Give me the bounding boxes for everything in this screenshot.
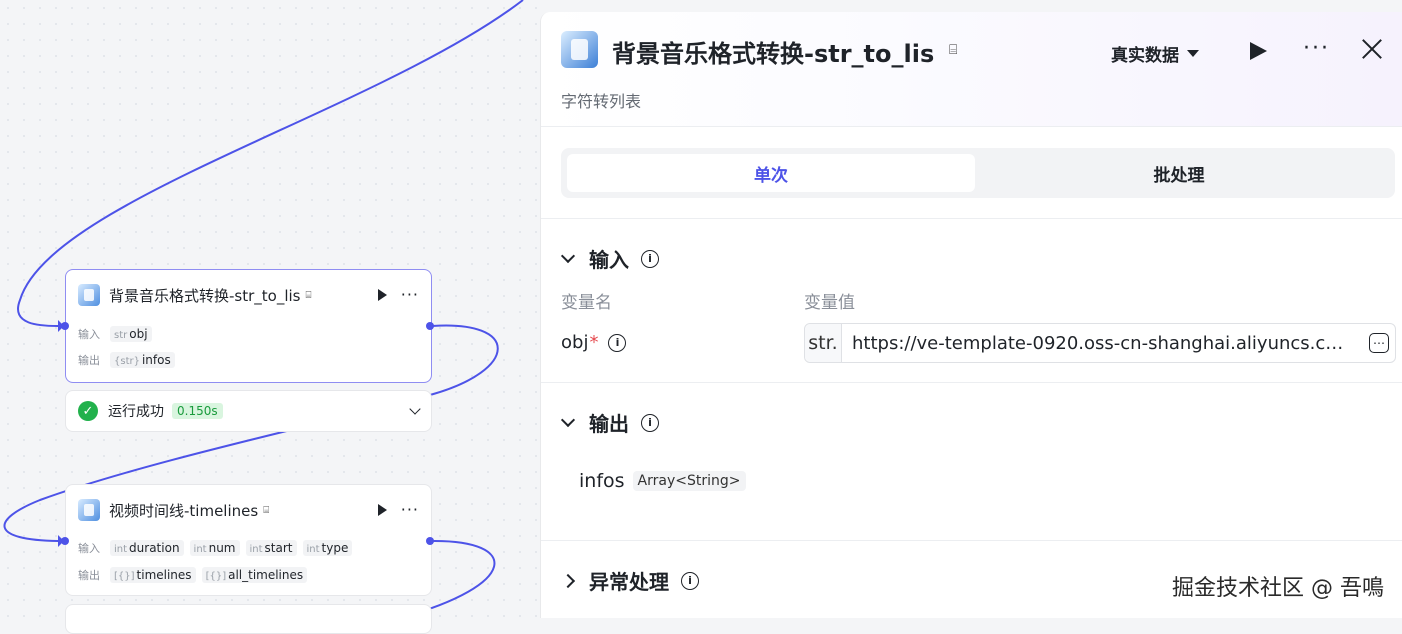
info-icon[interactable]: i xyxy=(681,571,699,590)
next-status-bar xyxy=(65,604,432,634)
divider xyxy=(541,540,1402,541)
output-var-type: Array<String> xyxy=(632,471,746,491)
node2-out-port[interactable] xyxy=(426,537,434,545)
workflow-canvas[interactable]: 背景音乐格式转换-str_to_lis ⌸ ··· 输入 str obj 输出 {… xyxy=(0,0,540,634)
code-node-icon xyxy=(561,31,598,68)
node-test-panel: 背景音乐格式转换-str_to_lis ⌸ 字符转列表 真实数据 ··· 单次 … xyxy=(540,12,1402,618)
variable-reference-icon[interactable]: ⋯ xyxy=(1369,333,1389,353)
node-badge-icon: ⌸ xyxy=(263,504,270,516)
output-section-title: 输出 xyxy=(589,412,629,436)
output-var-name: infos xyxy=(579,470,625,492)
caret-down-icon xyxy=(1187,50,1199,57)
chevron-right-icon xyxy=(560,573,576,588)
output-chip-timelines: [{}] timelines xyxy=(110,567,196,583)
panel-title: 背景音乐格式转换-str_to_lis xyxy=(612,40,935,68)
output-chip-all-timelines: [{}] all_timelines xyxy=(201,567,308,583)
obj-value-text[interactable]: https://ve-template-0920.oss-cn-shanghai… xyxy=(852,333,1352,354)
data-mode-label: 真实数据 xyxy=(1111,46,1179,66)
code-node-icon xyxy=(78,499,100,521)
node-str-to-list[interactable]: 背景音乐格式转换-str_to_lis ⌸ ··· 输入 str obj 输出 {… xyxy=(65,269,432,383)
output-chip-infos: {str} infos xyxy=(110,352,175,368)
node-timelines[interactable]: 视频时间线-timelines ⌸ ··· 输入 int duration int… xyxy=(65,484,432,596)
more-icon[interactable]: ··· xyxy=(401,287,419,303)
code-node-icon xyxy=(78,284,100,306)
node1-in-port[interactable] xyxy=(61,322,69,330)
info-icon[interactable]: i xyxy=(608,333,627,352)
error-section-toggle[interactable]: 异常处理 i xyxy=(560,566,699,595)
input-chip-start: int start xyxy=(245,540,297,556)
data-mode-dropdown[interactable]: 真实数据 xyxy=(1111,41,1199,66)
input-row-label: 输入 xyxy=(78,328,100,341)
chevron-down-icon[interactable] xyxy=(409,403,421,415)
panel-header: 背景音乐格式转换-str_to_lis ⌸ 字符转列表 真实数据 ··· xyxy=(541,12,1402,127)
input-chip-type: int type xyxy=(302,540,353,556)
run-status-bar[interactable]: ✓ 运行成功 0.150s xyxy=(65,390,432,432)
close-icon[interactable] xyxy=(1361,38,1383,60)
string-type-icon: str. xyxy=(805,324,842,362)
col-var-value: 变量值 xyxy=(804,293,855,313)
more-icon[interactable]: ··· xyxy=(401,502,419,518)
run-node-icon[interactable] xyxy=(377,289,387,301)
run-mode-tabs: 单次 批处理 xyxy=(561,148,1395,198)
divider xyxy=(541,218,1402,219)
tab-single[interactable]: 单次 xyxy=(567,154,975,192)
input-section-toggle[interactable]: 输入 i xyxy=(560,244,659,273)
output-row-label: 输出 xyxy=(78,354,100,367)
var-name-label: obj xyxy=(561,332,589,353)
run-node-icon[interactable] xyxy=(377,504,387,516)
input-chip-num: int num xyxy=(189,540,240,556)
error-section-title: 异常处理 xyxy=(589,570,669,594)
required-mark: * xyxy=(589,332,599,353)
node-title: 视频时间线-timelines xyxy=(109,501,259,520)
elapsed-time-badge: 0.150s xyxy=(172,403,223,419)
panel-subtitle: 字符转列表 xyxy=(561,92,642,111)
info-icon[interactable]: i xyxy=(641,413,659,432)
output-var-infos: infos Array<String> xyxy=(579,470,746,492)
divider xyxy=(541,382,1402,383)
status-text: 运行成功 xyxy=(108,404,164,420)
node-badge-icon: ⌸ xyxy=(949,42,958,58)
output-section-toggle[interactable]: 输出 i xyxy=(560,408,659,437)
input-chip-obj: str obj xyxy=(110,326,152,342)
tab-batch[interactable]: 批处理 xyxy=(975,154,1383,192)
output-row-label: 输出 xyxy=(78,569,100,582)
input-row-label: 输入 xyxy=(78,542,100,555)
node1-out-port[interactable] xyxy=(426,322,434,330)
obj-value-field[interactable]: str. https://ve-template-0920.oss-cn-sha… xyxy=(804,323,1396,363)
input-chip-duration: int duration xyxy=(110,540,184,556)
node-badge-icon: ⌸ xyxy=(305,289,312,301)
input-section-title: 输入 xyxy=(589,248,629,272)
more-icon[interactable]: ··· xyxy=(1303,36,1330,61)
chevron-down-icon xyxy=(560,248,576,264)
info-icon[interactable]: i xyxy=(641,249,659,268)
run-icon[interactable] xyxy=(1250,42,1267,60)
watermark: 掘金技术社区 @ 吾鳴 xyxy=(1172,576,1384,601)
node2-in-port[interactable] xyxy=(61,537,69,545)
chevron-down-icon xyxy=(560,412,576,428)
input-var-obj: obj * i xyxy=(561,332,627,353)
node-title: 背景音乐格式转换-str_to_lis xyxy=(109,286,301,305)
success-check-icon: ✓ xyxy=(78,401,98,421)
col-var-name: 变量名 xyxy=(561,293,612,313)
